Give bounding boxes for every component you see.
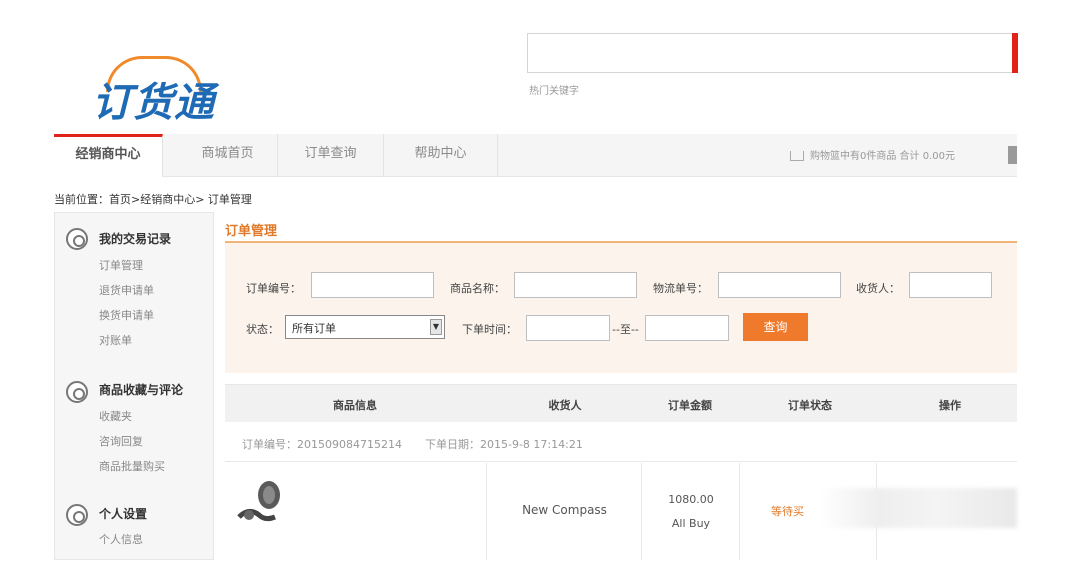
breadcrumb: 当前位置：首页>经销商中心> 订单管理	[54, 193, 252, 206]
sidebar-item-personal-info[interactable]: 个人信息	[99, 531, 143, 547]
date-range-separator: --至--	[612, 323, 639, 336]
sidebar-item-exchange-request[interactable]: 换货申请单	[99, 307, 154, 323]
chevron-down-icon[interactable]: ▼	[430, 319, 442, 335]
amount-cell: 1080.00 All Buy	[642, 463, 740, 560]
order-time-label: 下单时间：	[462, 323, 517, 336]
table-header: 商品信息 收货人 订单金额 订单状态 操作	[225, 384, 1017, 422]
column-header-actions: 操作	[939, 399, 961, 412]
status-select[interactable]: 所有订单 ▼	[285, 315, 445, 339]
receiver-input[interactable]	[909, 272, 992, 298]
logistics-no-input[interactable]	[718, 272, 841, 298]
receiver-cell: New Compass	[487, 463, 642, 560]
tab-mall-home[interactable]: 商城首页	[178, 134, 278, 177]
tab-help-center[interactable]: 帮助中心	[384, 134, 498, 177]
product-info-cell	[225, 463, 487, 560]
product-name-label: 商品名称：	[450, 282, 505, 295]
column-header-receiver: 收货人	[548, 399, 582, 412]
receiver-name: New Compass	[522, 503, 607, 517]
hot-keywords-label: 热门关键字	[529, 86, 579, 97]
sidebar-group-title: 商品收藏与评论	[99, 383, 184, 397]
order-no-input[interactable]	[311, 272, 434, 298]
edit-icon	[66, 228, 88, 250]
cart-button[interactable]	[1008, 146, 1017, 164]
page-title: 订单管理	[225, 224, 278, 239]
end-date-input[interactable]	[645, 315, 729, 341]
sidebar-item-return-request[interactable]: 退货申请单	[99, 282, 154, 298]
tab-order-query[interactable]: 订单查询	[278, 134, 384, 177]
cart-summary[interactable]: 购物篮中有0件商品 合计 0.00元	[790, 147, 955, 162]
order-meta-row: 订单编号：201509084715214 下单日期：2015-9-8 17:14…	[225, 422, 1017, 462]
order-amount: 1080.00	[668, 493, 714, 506]
sidebar-item-inquiry-replies[interactable]: 咨询回复	[99, 433, 143, 449]
cart-text: 购物篮中有0件商品 合计 0.00元	[810, 151, 955, 162]
order-date: 下单日期：2015-9-8 17:14:21	[425, 438, 583, 451]
logistics-no-label: 物流单号：	[653, 282, 708, 295]
sidebar-item-order-management[interactable]: 订单管理	[99, 257, 143, 273]
cart-icon	[790, 151, 804, 161]
payment-method: All Buy	[671, 517, 711, 530]
column-header-status: 订单状态	[788, 399, 832, 412]
order-no-label: 订单编号：	[246, 282, 301, 295]
column-header-product-info: 商品信息	[333, 399, 377, 412]
status-label: 状态：	[246, 323, 279, 336]
sidebar-item-statement[interactable]: 对账单	[99, 332, 132, 348]
order-number[interactable]: 订单编号：201509084715214	[242, 436, 402, 452]
search-button[interactable]	[1012, 33, 1018, 73]
tab-dealer-center[interactable]: 经销商中心	[54, 134, 163, 177]
search-input[interactable]	[527, 33, 1017, 73]
filter-panel	[225, 243, 1017, 373]
receiver-label: 收货人：	[856, 282, 900, 295]
column-header-amount: 订单金额	[668, 399, 712, 412]
product-thumbnail-image[interactable]	[235, 477, 291, 527]
query-button[interactable]: 查询	[743, 313, 808, 341]
sidebar-item-favorites[interactable]: 收藏夹	[99, 408, 132, 424]
sidebar-group-title: 我的交易记录	[99, 232, 172, 246]
logo[interactable]: 订货通	[92, 56, 252, 126]
sidebar-group-title: 个人设置	[99, 507, 148, 521]
comment-icon	[66, 381, 88, 403]
start-date-input[interactable]	[526, 315, 610, 341]
sidebar-item-bulk-purchase[interactable]: 商品批量购买	[99, 458, 165, 474]
logo-text: 订货通	[92, 79, 215, 126]
status-select-value: 所有订单	[292, 322, 336, 335]
product-name-input[interactable]	[514, 272, 637, 298]
blurred-actions[interactable]	[820, 488, 1017, 528]
settings-icon	[66, 504, 88, 526]
